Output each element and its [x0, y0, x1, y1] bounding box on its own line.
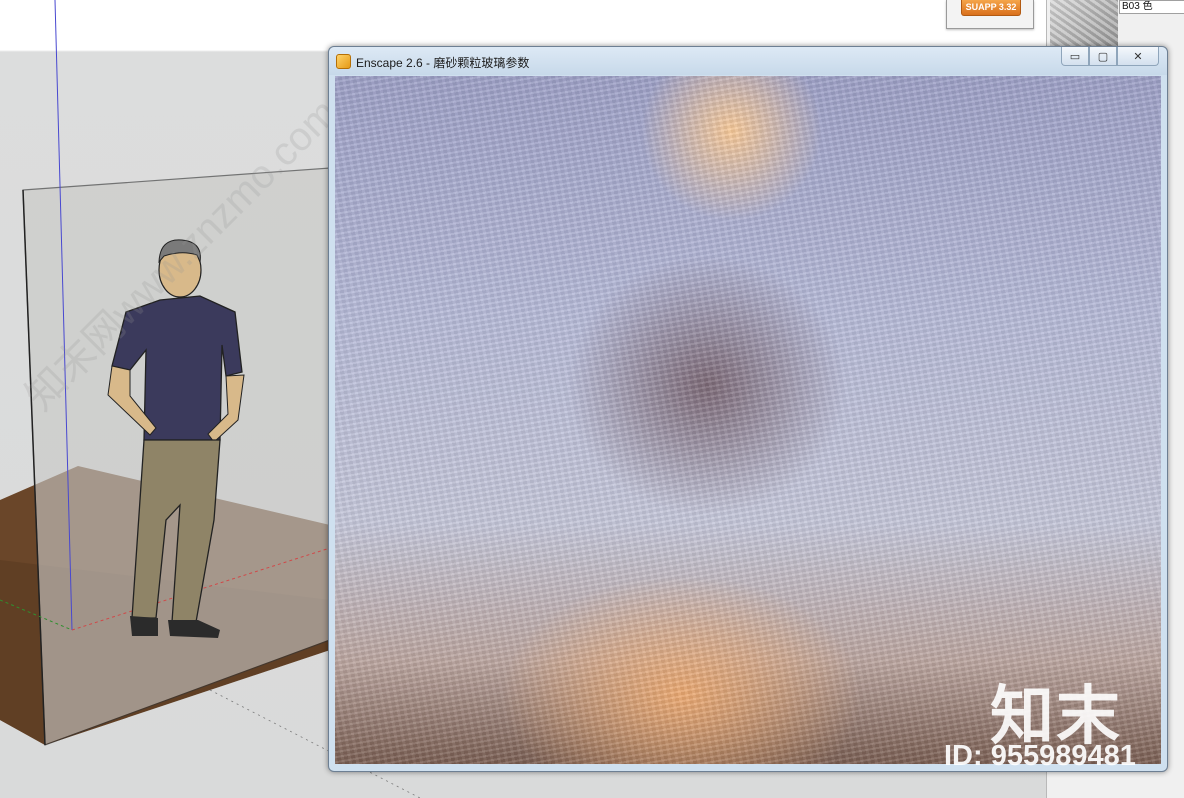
window-controls: ▭ ▢ ✕ — [1061, 47, 1159, 67]
enscape-window: Enscape 2.6 - 磨砂颗粒玻璃参数 ▭ ▢ ✕ — [328, 46, 1168, 772]
minimize-button[interactable]: ▭ — [1061, 47, 1089, 66]
maximize-button[interactable]: ▢ — [1089, 47, 1117, 66]
minimize-icon: ▭ — [1069, 50, 1081, 63]
maximize-icon: ▢ — [1097, 50, 1109, 63]
close-button[interactable]: ✕ — [1117, 47, 1159, 66]
enscape-app-icon[interactable] — [336, 54, 351, 69]
material-thumbnail[interactable] — [1050, 0, 1118, 46]
suapp-toolbar: SUAPP 3.32 — [946, 0, 1034, 29]
window-titlebar[interactable]: Enscape 2.6 - 磨砂颗粒玻璃参数 ▭ ▢ ✕ — [329, 47, 1167, 75]
watermark-id: ID: 955989481 — [944, 740, 1136, 772]
suapp-button[interactable]: SUAPP 3.32 — [961, 0, 1021, 16]
window-title: Enscape 2.6 - 磨砂颗粒玻璃参数 — [356, 56, 530, 70]
render-viewport[interactable] — [335, 76, 1161, 764]
material-name-field[interactable]: B03 色 — [1119, 0, 1184, 14]
close-icon: ✕ — [1133, 50, 1143, 63]
